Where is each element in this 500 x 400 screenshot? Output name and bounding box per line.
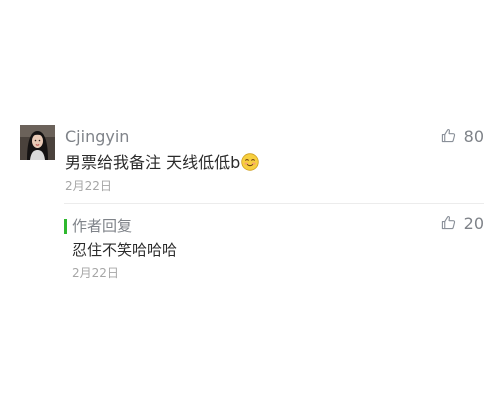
reply-author-label: 作者回复 [72, 217, 133, 235]
comment-username[interactable]: Cjingyin [65, 126, 129, 148]
avatar[interactable] [20, 125, 55, 160]
thumbs-up-icon [441, 128, 456, 147]
reply-marker-bar [64, 218, 67, 234]
reply-text: 忍住不笑哈哈哈 [72, 241, 178, 259]
divider [64, 203, 484, 204]
comment-like-button[interactable]: 80 [441, 126, 484, 148]
comment-text: 男票给我备注 天线低低b [65, 151, 259, 178]
reply-like-button[interactable]: 20 [441, 213, 484, 235]
reply-like-count: 20 [463, 214, 484, 233]
reply-author: 作者回复 [64, 216, 132, 236]
comment-like-count: 80 [463, 127, 484, 146]
comment-date: 2月22日 [65, 179, 112, 193]
comments-panel: Cjingyin 男票给我备注 天线低低b 2月22日 80 作者回复 忍住不笑… [0, 0, 500, 400]
reply-date: 2月22日 [72, 266, 119, 280]
thumbs-up-icon [441, 215, 456, 234]
comment-text-body: 男票给我备注 天线低低b [65, 153, 241, 172]
smiling-face-emoji-icon [241, 153, 259, 178]
